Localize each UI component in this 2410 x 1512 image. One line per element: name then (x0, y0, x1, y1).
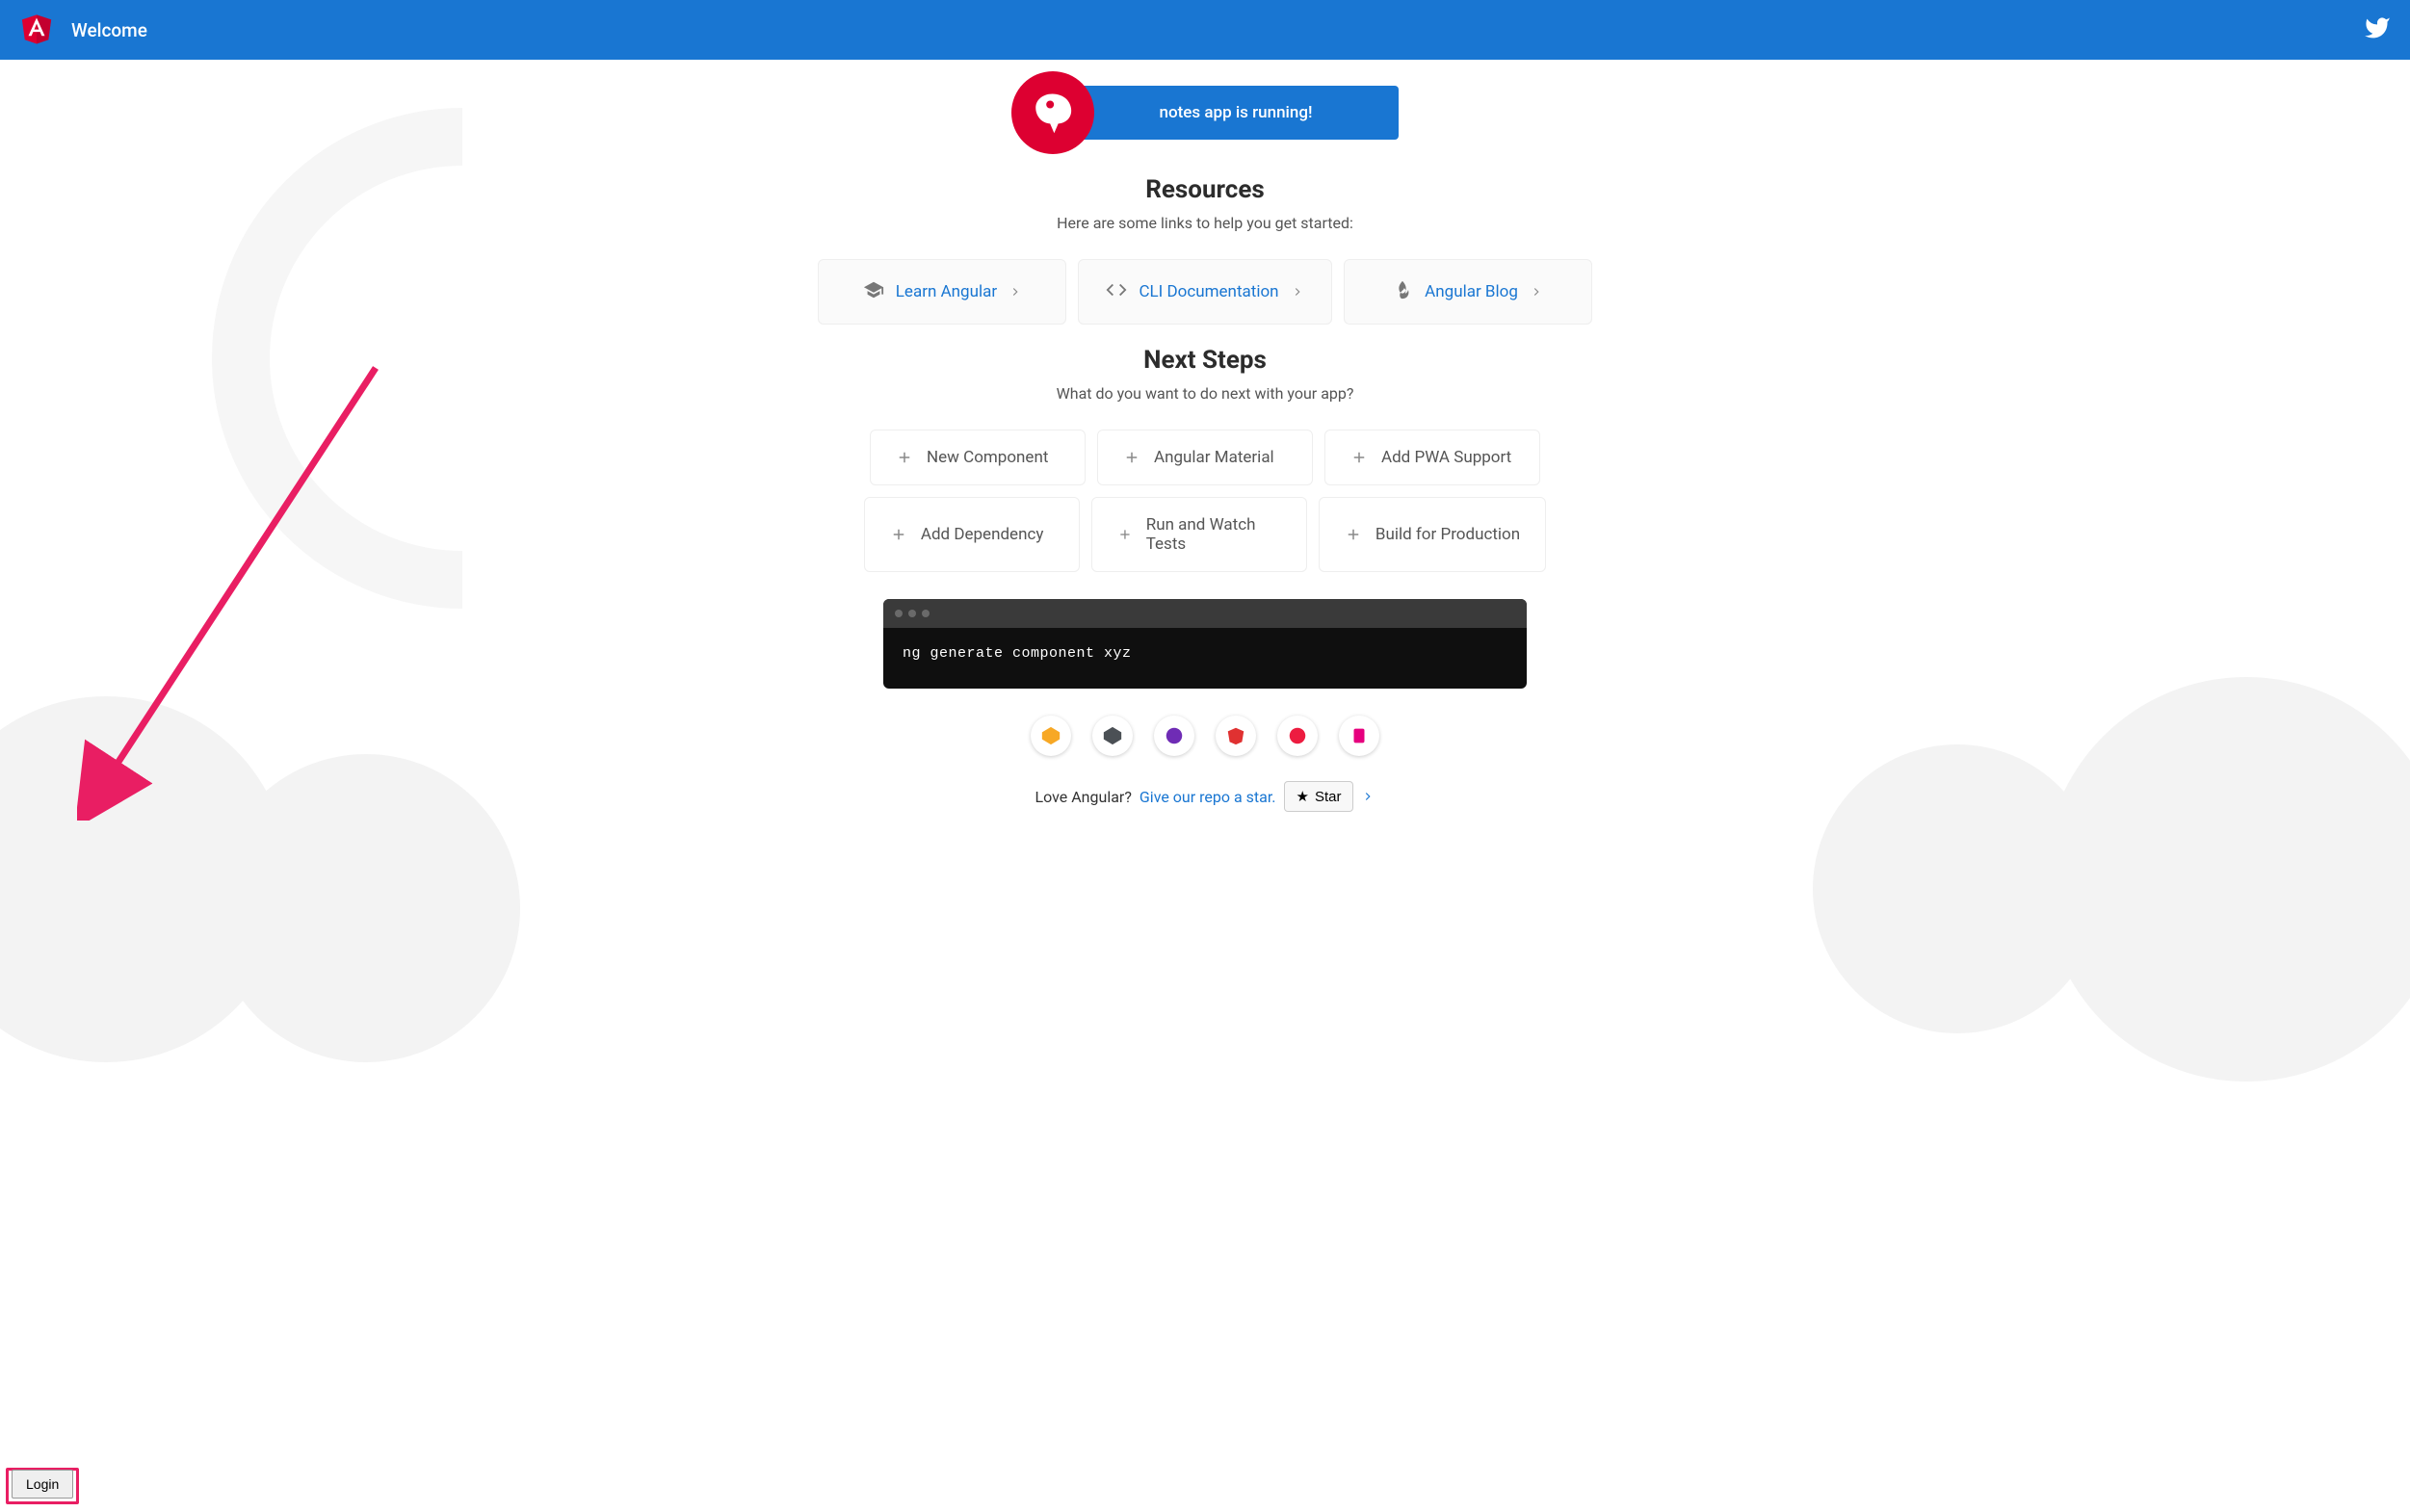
step-tests[interactable]: Run and Watch Tests (1091, 497, 1307, 572)
banner-row: notes app is running! (1011, 71, 1400, 154)
love-prefix: Love Angular? (1035, 788, 1132, 806)
rocket-icon (1011, 71, 1094, 154)
terminal-dot (908, 610, 916, 617)
resource-card-blog[interactable]: Angular Blog (1344, 259, 1592, 325)
step-label: Angular Material (1154, 448, 1274, 467)
step-new-component[interactable]: New Component (870, 430, 1086, 485)
terminal-dot (922, 610, 930, 617)
star-label: Star (1315, 789, 1342, 805)
plus-icon (890, 526, 907, 543)
resources-heading: Resources (1145, 175, 1265, 204)
twitter-icon[interactable] (2364, 14, 2391, 45)
nextsteps-row: New Component Angular Material Add PWA S… (762, 430, 1648, 572)
meetup-icon[interactable] (1277, 716, 1318, 756)
resource-link[interactable]: Learn Angular (896, 282, 997, 301)
resources-row: Learn Angular CLI Documentation Angular … (818, 259, 1591, 325)
plus-icon (1117, 526, 1133, 543)
protractor-icon[interactable] (1216, 716, 1256, 756)
step-angular-material[interactable]: Angular Material (1097, 430, 1313, 485)
terminal: ng generate component xyz (883, 599, 1527, 689)
flame-icon (1392, 279, 1413, 304)
background-arc (212, 108, 713, 609)
terminal-command: ng generate component xyz (883, 628, 1527, 689)
step-label: Build for Production (1375, 525, 1520, 544)
repo-star-link[interactable]: Give our repo a star. (1140, 788, 1276, 806)
terminal-dot (895, 610, 903, 617)
star-icon: ★ (1297, 788, 1309, 805)
chevron-right-icon (1361, 790, 1375, 803)
plus-icon (1345, 526, 1362, 543)
resources-subtitle: Here are some links to help you get star… (1057, 214, 1353, 232)
background-clouds (0, 639, 2410, 1024)
love-row: Love Angular? Give our repo a star. ★ St… (1035, 781, 1375, 812)
animations-icon[interactable] (1031, 716, 1071, 756)
plus-icon (1123, 449, 1140, 466)
step-label: Run and Watch Tests (1146, 515, 1281, 554)
resource-link[interactable]: Angular Blog (1425, 282, 1518, 301)
step-dependency[interactable]: Add Dependency (864, 497, 1080, 572)
plus-icon (896, 449, 913, 466)
step-build[interactable]: Build for Production (1319, 497, 1546, 572)
step-label: New Component (927, 448, 1048, 467)
augury-icon[interactable] (1154, 716, 1194, 756)
page-title: Welcome (71, 19, 147, 41)
angular-logo-icon (19, 10, 54, 50)
plus-icon (1350, 449, 1368, 466)
resource-card-cli[interactable]: CLI Documentation (1078, 259, 1331, 325)
footer-link-row (1031, 716, 1379, 756)
terminal-header (883, 599, 1527, 628)
graduation-cap-icon (863, 279, 884, 304)
step-label: Add PWA Support (1381, 448, 1511, 467)
step-label: Add Dependency (921, 525, 1044, 544)
star-button[interactable]: ★ Star (1284, 781, 1354, 812)
resource-card-learn[interactable]: Learn Angular (818, 259, 1066, 325)
running-banner: notes app is running! (1073, 86, 1400, 140)
code-icon (1106, 279, 1127, 304)
resource-link[interactable]: CLI Documentation (1139, 282, 1278, 301)
login-button[interactable]: Login (12, 1470, 73, 1499)
step-pwa[interactable]: Add PWA Support (1324, 430, 1540, 485)
topbar-left: Welcome (19, 10, 147, 50)
topbar: Welcome (0, 0, 2410, 60)
nextsteps-subtitle: What do you want to do next with your ap… (1057, 384, 1354, 403)
nextsteps-heading: Next Steps (1143, 346, 1267, 375)
cli-icon[interactable] (1092, 716, 1133, 756)
gitter-icon[interactable] (1339, 716, 1379, 756)
main-content: notes app is running! Resources Here are… (0, 60, 2410, 812)
